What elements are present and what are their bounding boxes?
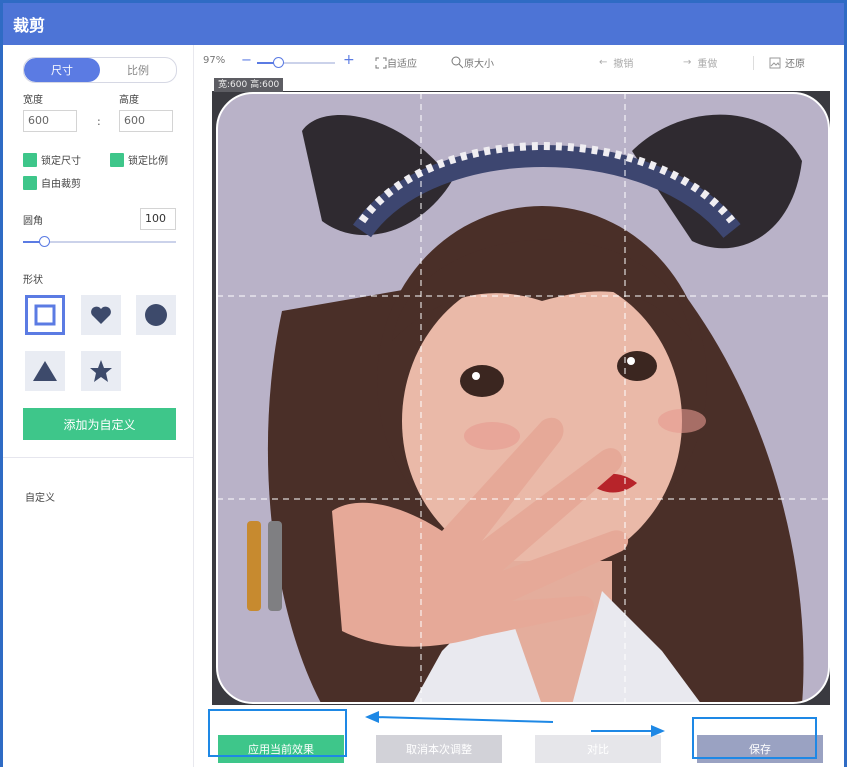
add-custom-button[interactable]: 添加为自定义 (23, 408, 176, 440)
lock-size-label: 锁定尺寸 (41, 156, 81, 167)
zoom-slider-knob[interactable] (273, 57, 284, 68)
height-label: 高度 (119, 95, 139, 106)
toolbar-separator (753, 56, 754, 70)
lock-size-checkbox[interactable]: 锁定尺寸 (23, 152, 81, 167)
shape-square-button[interactable] (25, 295, 65, 335)
image-icon (769, 57, 781, 68)
checkbox-checked-icon (110, 152, 124, 167)
height-input[interactable]: 600 (119, 110, 173, 132)
checkbox-checked-icon (23, 152, 37, 167)
fit-icon (375, 57, 387, 68)
portrait-image (216, 92, 830, 704)
title-bar: 裁剪 (3, 3, 844, 45)
arrow-left-icon: ← (599, 57, 608, 68)
free-crop-label: 自由裁剪 (41, 179, 81, 190)
tab-size[interactable]: 尺寸 (24, 58, 100, 82)
corner-radius-input[interactable]: 100 (140, 208, 176, 230)
reset-label: 还原 (785, 59, 805, 70)
circle-icon (145, 304, 167, 326)
shape-heart-button[interactable] (81, 295, 121, 335)
heart-icon (91, 306, 111, 324)
lock-ratio-checkbox[interactable]: 锁定比例 (110, 152, 168, 167)
dialog-title: 裁剪 (13, 16, 46, 35)
crop-canvas[interactable] (212, 91, 830, 705)
shape-label: 形状 (23, 275, 43, 286)
undo-label: 撤销 (613, 59, 634, 70)
annotation-arrow-left (374, 716, 554, 723)
undo-button[interactable]: ← 撤销 (599, 55, 633, 70)
crop-size-tag: 宽:600 高:600 (214, 78, 284, 92)
redo-button[interactable]: → 重做 (683, 55, 717, 70)
triangle-icon (33, 361, 57, 381)
cancel-adjust-button[interactable]: 取消本次调整 (376, 735, 502, 763)
shape-circle-button[interactable] (136, 295, 176, 335)
width-input[interactable]: 600 (23, 110, 77, 132)
square-icon (34, 304, 56, 326)
fit-label: 自适应 (387, 59, 417, 70)
width-label: 宽度 (23, 95, 43, 106)
slider-knob[interactable] (39, 236, 50, 247)
shape-triangle-button[interactable] (25, 351, 65, 391)
free-crop-checkbox[interactable]: 自由裁剪 (23, 175, 81, 190)
magnifier-icon (451, 56, 464, 69)
settings-panel: 尺寸 比例 宽度 高度 600 : 600 锁定尺寸 锁定比例 自由裁剪 圆角 … (3, 45, 194, 767)
crop-dialog: 裁剪 尺寸 比例 宽度 高度 600 : 600 锁定尺寸 锁定比例 自由裁剪 … (3, 3, 844, 767)
redo-label: 重做 (697, 59, 718, 70)
checkbox-checked-icon (23, 175, 37, 190)
lock-ratio-label: 锁定比例 (128, 156, 168, 167)
star-icon (90, 360, 112, 382)
zoom-level: 97% (203, 55, 226, 66)
arrow-right-icon: → (683, 57, 692, 68)
fit-button[interactable]: 自适应 (375, 55, 417, 70)
original-size-label: 原大小 (464, 59, 494, 70)
zoom-in-button[interactable]: + (343, 52, 355, 68)
shape-star-button[interactable] (81, 351, 121, 391)
reset-button[interactable]: 还原 (769, 55, 805, 70)
colon-separator: : (97, 115, 101, 128)
tab-ratio[interactable]: 比例 (100, 58, 176, 82)
mode-segment: 尺寸 比例 (23, 57, 177, 83)
arrow-left-head-icon (365, 711, 379, 723)
original-size-button[interactable]: 原大小 (451, 55, 494, 70)
apply-button[interactable]: 应用当前效果 (218, 735, 344, 763)
compare-button[interactable]: 对比 (535, 735, 661, 763)
save-button[interactable]: 保存 (697, 735, 823, 763)
zoom-out-button[interactable]: − (241, 53, 252, 68)
corner-label: 圆角 (23, 216, 43, 227)
custom-section-label: 自定义 (25, 493, 55, 504)
panel-divider (3, 457, 193, 458)
